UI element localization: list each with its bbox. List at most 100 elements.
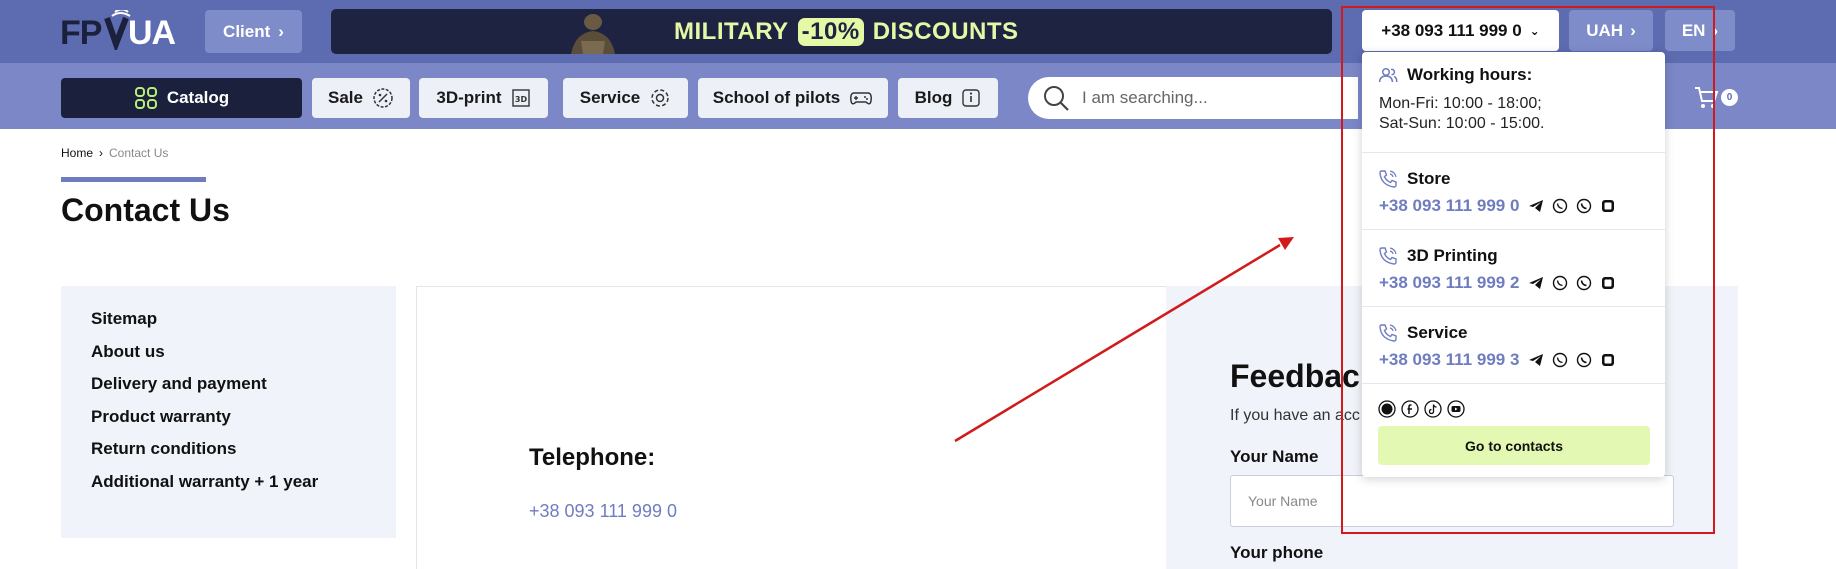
phone-icon bbox=[1379, 247, 1397, 265]
promo-word-military: MILITARY bbox=[674, 17, 789, 45]
svg-text:3D: 3D bbox=[514, 95, 527, 104]
social-links bbox=[1378, 400, 1465, 418]
3d-printer-icon: 3D bbox=[511, 89, 530, 107]
promo-word-discounts: DISCOUNTS bbox=[872, 17, 1019, 45]
gamepad-icon bbox=[850, 92, 873, 105]
name-field-label: Your Name bbox=[1230, 447, 1319, 466]
hours-weekdays: Mon-Fri: 10:00 - 18:00; bbox=[1379, 95, 1542, 112]
soldier-image bbox=[571, 14, 615, 54]
store-label: Store bbox=[1407, 169, 1451, 188]
hours-weekend: Sat-Sun: 10:00 - 15:00. bbox=[1379, 115, 1545, 132]
nav-school-of-pilots[interactable]: School of pilots bbox=[698, 78, 888, 118]
info-icon bbox=[962, 89, 981, 107]
breadcrumb-separator: › bbox=[99, 146, 104, 160]
3d-printing-label: 3D Printing bbox=[1407, 246, 1498, 265]
search-icon bbox=[1044, 86, 1069, 111]
3d-printing-section: 3D Printing +38 093 111 999 2 bbox=[1362, 230, 1665, 307]
sidebar-menu: Sitemap About us Delivery and payment Pr… bbox=[61, 286, 396, 538]
go-to-contacts-button[interactable]: Go to contacts bbox=[1378, 426, 1650, 465]
svg-text:UA: UA bbox=[128, 14, 176, 50]
sidebar-item-warranty[interactable]: Product warranty bbox=[91, 407, 396, 440]
language-label: EN bbox=[1681, 20, 1706, 40]
chevron-right-icon: › bbox=[1630, 20, 1636, 40]
phone-field-label: Your phone bbox=[1230, 543, 1324, 562]
chat-icon[interactable] bbox=[1599, 351, 1617, 369]
chat-icon[interactable] bbox=[1599, 274, 1617, 292]
breadcrumb-current: Contact Us bbox=[109, 146, 169, 160]
viber-icon[interactable] bbox=[1551, 197, 1569, 215]
3d-printing-phone[interactable]: +38 093 111 999 2 bbox=[1379, 273, 1519, 293]
telegram-icon[interactable] bbox=[1527, 351, 1545, 369]
nav-school-label: School of pilots bbox=[712, 88, 841, 107]
3d-printing-heading: 3D Printing bbox=[1378, 246, 1498, 266]
discount-badge-icon bbox=[373, 88, 393, 108]
currency-selector[interactable]: UAH › bbox=[1569, 10, 1653, 51]
viber-icon[interactable] bbox=[1551, 274, 1569, 292]
promo-text: MILITARY -10% DISCOUNTS bbox=[674, 9, 1019, 54]
telegram-icon[interactable] bbox=[1527, 197, 1545, 215]
breadcrumb: Home › Contact Us bbox=[61, 146, 168, 160]
whatsapp-icon[interactable] bbox=[1575, 197, 1593, 215]
service-heading: Service bbox=[1378, 323, 1468, 343]
whatsapp-icon[interactable] bbox=[1575, 274, 1593, 292]
tiktok-icon[interactable] bbox=[1424, 400, 1442, 418]
sidebar-item-sitemap[interactable]: Sitemap bbox=[91, 309, 396, 342]
chat-icon[interactable] bbox=[1599, 197, 1617, 215]
sidebar-item-additional-warranty[interactable]: Additional warranty + 1 year bbox=[91, 472, 396, 505]
store-section: Store +38 093 111 999 0 bbox=[1362, 153, 1665, 230]
grid-icon bbox=[134, 87, 157, 109]
telegram-icon[interactable] bbox=[1527, 274, 1545, 292]
store-phone[interactable]: +38 093 111 999 0 bbox=[1379, 196, 1519, 216]
sidebar-item-about-us[interactable]: About us bbox=[91, 342, 396, 375]
phone-dropdown: Working hours: Mon-Fri: 10:00 - 18:00; S… bbox=[1362, 52, 1665, 477]
header-phone-button[interactable]: +38 093 111 999 0 ⌄ bbox=[1362, 10, 1559, 51]
cart-count-badge: 0 bbox=[1721, 89, 1738, 106]
page-title: Contact Us bbox=[61, 192, 230, 228]
nav-blog[interactable]: Blog bbox=[898, 78, 998, 118]
phone-icon bbox=[1379, 170, 1397, 188]
store-phone-row: +38 093 111 999 0 bbox=[1379, 196, 1617, 216]
language-selector[interactable]: EN › bbox=[1665, 10, 1735, 51]
working-hours-title: Working hours: bbox=[1407, 65, 1533, 84]
sidebar-item-delivery[interactable]: Delivery and payment bbox=[91, 374, 396, 407]
title-accent-bar bbox=[61, 177, 206, 182]
breadcrumb-home[interactable]: Home bbox=[61, 146, 93, 160]
3d-printing-phone-row: +38 093 111 999 2 bbox=[1379, 273, 1617, 293]
service-phone-row: +38 093 111 999 3 bbox=[1379, 350, 1617, 370]
telephone-link[interactable]: +38 093 111 999 0 bbox=[529, 501, 677, 522]
search-field[interactable]: I am searching... bbox=[1028, 77, 1358, 119]
service-section: Service +38 093 111 999 3 bbox=[1362, 307, 1665, 384]
working-hours-section: Working hours: Mon-Fri: 10:00 - 18:00; S… bbox=[1362, 52, 1665, 153]
nav-sale-label: Sale bbox=[328, 88, 363, 107]
store-heading: Store bbox=[1378, 169, 1450, 189]
military-discount-banner[interactable]: MILITARY -10% DISCOUNTS bbox=[331, 9, 1332, 54]
facebook-icon[interactable] bbox=[1401, 400, 1419, 418]
sidebar-item-return[interactable]: Return conditions bbox=[91, 439, 396, 472]
service-phone[interactable]: +38 093 111 999 3 bbox=[1379, 350, 1519, 370]
viber-icon[interactable] bbox=[1551, 351, 1569, 369]
nav-3d-print-label: 3D-print bbox=[436, 88, 502, 107]
telephone-heading: Telephone: bbox=[529, 444, 656, 471]
nav-sale[interactable]: Sale bbox=[312, 78, 410, 118]
gear-icon bbox=[651, 89, 669, 107]
promo-badge: -10% bbox=[797, 17, 864, 46]
fpvua-logo[interactable]: FP UA bbox=[60, 10, 178, 50]
chevron-right-icon: › bbox=[278, 21, 284, 41]
client-label: Client bbox=[223, 21, 271, 41]
search-input[interactable]: I am searching... bbox=[1082, 88, 1208, 108]
chevron-right-icon: › bbox=[1712, 20, 1719, 40]
youtube-icon[interactable] bbox=[1447, 400, 1465, 418]
cart-icon bbox=[1695, 87, 1719, 108]
catalog-button[interactable]: Catalog bbox=[61, 78, 302, 118]
service-label: Service bbox=[1407, 323, 1468, 342]
nav-service[interactable]: Service bbox=[563, 78, 688, 118]
cart-button[interactable]: 0 bbox=[1693, 84, 1741, 112]
people-icon bbox=[1378, 67, 1398, 83]
name-input[interactable]: Your Name bbox=[1230, 475, 1674, 527]
chevron-down-icon: ⌄ bbox=[1529, 23, 1540, 38]
instagram-icon[interactable] bbox=[1378, 400, 1396, 418]
nav-3d-print[interactable]: 3D-print 3D bbox=[419, 78, 548, 118]
nav-blog-label: Blog bbox=[914, 88, 953, 107]
whatsapp-icon[interactable] bbox=[1575, 351, 1593, 369]
client-button[interactable]: Client › bbox=[205, 10, 302, 53]
